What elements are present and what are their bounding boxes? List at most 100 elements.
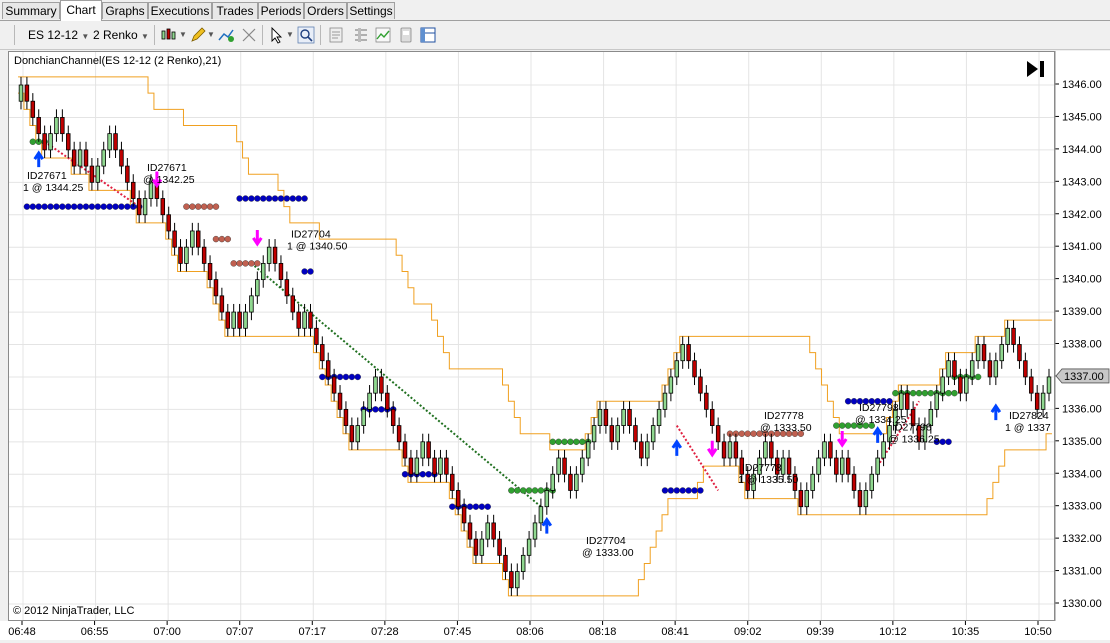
renko-bar-up[interactable] (520, 554, 526, 572)
renko-bar-down[interactable] (131, 181, 136, 199)
buy-arrow-icon[interactable] (671, 439, 683, 456)
renko-bar-up[interactable] (822, 441, 827, 459)
renko-bar-up[interactable] (804, 490, 810, 508)
renko-bar-down[interactable] (710, 408, 715, 426)
renko-bar-up[interactable] (816, 457, 821, 475)
chevron-down-icon[interactable]: ▼ (286, 30, 294, 39)
renko-bar-down[interactable] (320, 344, 325, 362)
scroll-to-end-icon[interactable] (1025, 59, 1047, 79)
renko-bar-down[interactable] (278, 263, 284, 281)
renko-bar-down[interactable] (213, 279, 219, 297)
renko-bar-up[interactable] (532, 522, 538, 540)
renko-bar-down[interactable] (426, 441, 431, 459)
renko-bar-up[interactable] (438, 457, 443, 475)
chart-plot-area[interactable]: ID27671 1 @ 1344.25 ID27671 @ 1342.25 ID2770… (8, 51, 1055, 621)
properties-icon[interactable] (327, 26, 345, 44)
renko-bar-up[interactable] (621, 408, 626, 426)
renko-bar-up[interactable] (934, 392, 939, 410)
renko-bar-down[interactable] (60, 117, 65, 135)
renko-bar-up[interactable] (95, 165, 101, 183)
renko-bar-down[interactable] (503, 554, 508, 572)
renko-bar-up[interactable] (77, 149, 83, 167)
renko-bar-down[interactable] (272, 246, 278, 264)
renko-bar-down[interactable] (473, 538, 479, 556)
tab-graphs[interactable]: Graphs (102, 2, 148, 19)
renko-bar-up[interactable] (763, 441, 768, 459)
renko-bar-down[interactable] (1011, 327, 1016, 345)
renko-bar-up[interactable] (656, 408, 662, 426)
buy-arrow-icon[interactable] (872, 426, 883, 443)
renko-bar-down[interactable] (686, 344, 691, 362)
renko-bar-up[interactable] (249, 295, 254, 313)
renko-bar-down[interactable] (692, 360, 697, 378)
tab-settings[interactable]: Settings (347, 2, 395, 19)
renko-bar-up[interactable] (869, 473, 874, 491)
chart-template-icon[interactable] (397, 26, 415, 44)
renko-bar-up[interactable] (1040, 392, 1046, 410)
renko-bar-down[interactable] (24, 84, 30, 102)
renko-bar-up[interactable] (556, 457, 561, 475)
renko-bar-down[interactable] (125, 165, 130, 183)
renko-bar-down[interactable] (402, 441, 408, 459)
chevron-down-icon[interactable]: ▼ (207, 30, 215, 39)
renko-bar-down[interactable] (1023, 360, 1028, 378)
renko-bar-down[interactable] (704, 392, 709, 410)
renko-bar-down[interactable] (166, 214, 171, 232)
renko-bar-down[interactable] (609, 425, 615, 443)
renko-bar-down[interactable] (1034, 392, 1040, 410)
renko-bar-up[interactable] (373, 376, 378, 394)
renko-bar-down[interactable] (455, 490, 461, 508)
renko-bar-up[interactable] (266, 246, 272, 264)
renko-bar-up[interactable] (414, 457, 420, 475)
renko-bar-down[interactable] (786, 457, 792, 475)
renko-bar-down[interactable] (851, 473, 857, 491)
crosshair-icon[interactable] (240, 26, 258, 44)
add-indicator-icon[interactable] (217, 26, 235, 44)
renko-bar-down[interactable] (379, 376, 384, 394)
renko-bar-down[interactable] (178, 246, 183, 264)
renko-bar-down[interactable] (562, 457, 567, 475)
renko-bar-up[interactable] (107, 133, 112, 151)
renko-bar-down[interactable] (325, 360, 331, 378)
renko-bar-up[interactable] (875, 457, 880, 475)
renko-bar-up[interactable] (526, 538, 532, 556)
renko-bar-down[interactable] (461, 506, 467, 524)
renko-bar-down[interactable] (113, 133, 118, 151)
renko-bar-up[interactable] (650, 425, 656, 443)
renko-bar-up[interactable] (515, 571, 520, 589)
renko-bar-up[interactable] (142, 198, 148, 216)
renko-bar-up[interactable] (969, 360, 975, 378)
renko-bar-up[interactable] (680, 344, 685, 362)
renko-bar-up[interactable] (975, 344, 981, 362)
price-axis[interactable]: 1346.00 1345.00 1344.00 1343.00 1342.00 1341.… (1054, 51, 1110, 621)
chevron-down-icon[interactable]: ▼ (179, 30, 187, 39)
drawing-pencil-icon[interactable] (189, 26, 207, 44)
renko-bar-down[interactable] (343, 408, 349, 426)
renko-bar-down[interactable] (308, 311, 313, 329)
renko-bar-down[interactable] (698, 376, 703, 394)
renko-bar-down[interactable] (721, 441, 727, 459)
renko-bar-up[interactable] (964, 376, 969, 394)
renko-bar-up[interactable] (899, 392, 904, 410)
renko-bar-up[interactable] (810, 473, 815, 491)
buy-arrow-icon[interactable] (541, 516, 553, 534)
renko-bar-up[interactable] (615, 425, 620, 443)
renko-bar-down[interactable] (225, 311, 231, 329)
renko-bar-up[interactable] (662, 392, 668, 410)
renko-bar-down[interactable] (237, 311, 242, 329)
renko-bar-up[interactable] (645, 441, 650, 459)
renko-bar-down[interactable] (390, 408, 396, 426)
renko-bar-up[interactable] (780, 457, 786, 475)
renko-bar-up[interactable] (585, 441, 591, 459)
renko-bar-up[interactable] (668, 376, 674, 394)
renko-bar-up[interactable] (993, 360, 999, 378)
tab-trades[interactable]: Trades (212, 2, 258, 19)
buy-arrow-icon[interactable] (33, 150, 44, 168)
renko-bar-down[interactable] (196, 230, 201, 248)
time-axis[interactable]: 06:48 06:55 07:00 07:07 07:17 07:28 07:45 08:06… (0, 621, 1110, 640)
renko-bar-up[interactable] (48, 133, 53, 151)
renko-bar-down[interactable] (296, 311, 301, 329)
renko-bar-down[interactable] (633, 425, 638, 443)
renko-bar-down[interactable] (798, 490, 804, 508)
renko-bar-up[interactable] (367, 392, 372, 410)
